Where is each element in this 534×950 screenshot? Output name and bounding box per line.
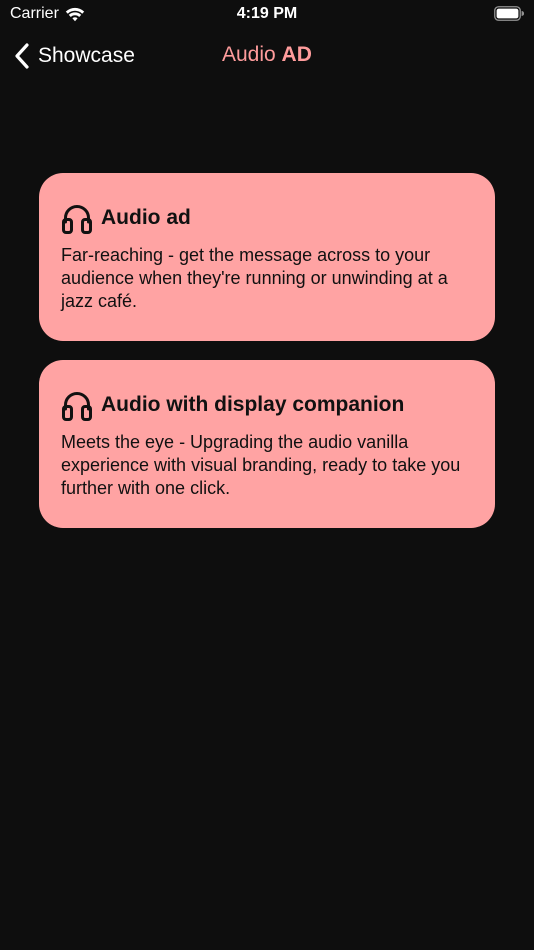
status-bar: Carrier 4:19 PM (0, 0, 534, 28)
status-time: 4:19 PM (236, 5, 298, 22)
back-button-label: Showcase (38, 44, 135, 67)
card-header: Audio ad (61, 201, 473, 235)
audio-ad-card[interactable]: Audio ad Far-reaching - get the message … (39, 173, 495, 341)
card-title: Audio with display companion (101, 393, 405, 416)
headphones-icon (62, 205, 92, 234)
page-title: Audio AD (222, 42, 312, 68)
card-description: Meets the eye - Upgrading the audio vani… (61, 432, 461, 498)
headphones-icon (62, 392, 92, 421)
page-title-regular: Audio (222, 43, 282, 66)
card-description: Far-reaching - get the message across to… (61, 245, 448, 311)
audio-with-display-companion-card[interactable]: Audio with display companion Meets the e… (39, 360, 495, 528)
page-title-bold: AD (281, 43, 312, 66)
card-header: Audio with display companion (61, 388, 473, 422)
battery-icon (494, 6, 524, 21)
card-title: Audio ad (101, 206, 191, 229)
back-button[interactable]: Showcase (14, 40, 135, 72)
navigation-bar: Showcase Audio AD (0, 34, 534, 78)
chevron-left-icon (15, 43, 29, 69)
